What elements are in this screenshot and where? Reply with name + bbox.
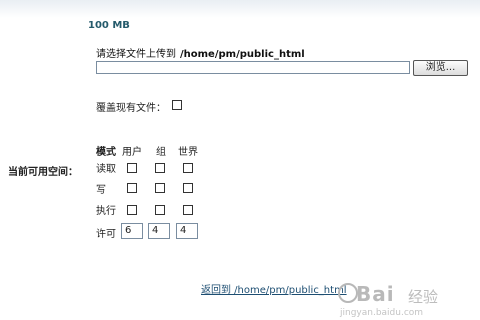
upload-destination-label: 请选择文件上传到/home/pm/public_html: [96, 45, 305, 60]
back-link[interactable]: 返回到 /home/pm/public_html: [201, 281, 347, 296]
header-group: 组: [156, 147, 166, 158]
file-path-input[interactable]: [96, 61, 410, 74]
header-world: 世界: [178, 147, 198, 158]
allow-group-input[interactable]: 4: [148, 223, 170, 239]
upload-label-text: 请选择文件上传到: [96, 49, 176, 60]
overwrite-label: 覆盖现有文件：: [96, 103, 166, 114]
write-world-checkbox[interactable]: [183, 183, 193, 193]
watermark-paw-icon: [338, 283, 358, 303]
read-group-checkbox[interactable]: [155, 163, 165, 173]
row-allow-label: 许可: [96, 229, 116, 240]
row-write-label: 写: [96, 185, 106, 196]
allow-user-input[interactable]: 6: [121, 223, 143, 239]
execute-world-checkbox[interactable]: [183, 205, 193, 215]
execute-group-checkbox[interactable]: [155, 205, 165, 215]
execute-user-checkbox[interactable]: [127, 205, 137, 215]
overwrite-checkbox[interactable]: [172, 100, 182, 110]
write-user-checkbox[interactable]: [127, 183, 137, 193]
available-space-value: 100 MB: [88, 20, 130, 31]
row-execute-label: 执行: [96, 206, 116, 217]
browse-button[interactable]: 浏览...: [413, 60, 468, 76]
read-world-checkbox[interactable]: [183, 163, 193, 173]
upload-path: /home/pm/public_html: [180, 49, 305, 60]
allow-world-input[interactable]: 4: [176, 223, 198, 239]
watermark-brand: Bai: [356, 282, 395, 306]
watermark-brand-suffix: 经验: [408, 288, 439, 306]
header-user: 用户: [122, 147, 142, 158]
watermark-url: jingyan.baidu.com: [340, 308, 424, 318]
row-read-label: 读取: [96, 164, 116, 175]
write-group-checkbox[interactable]: [155, 183, 165, 193]
available-space-label: 当前可用空间：: [8, 167, 78, 178]
header-mode: 模式: [96, 147, 116, 158]
read-user-checkbox[interactable]: [127, 163, 137, 173]
